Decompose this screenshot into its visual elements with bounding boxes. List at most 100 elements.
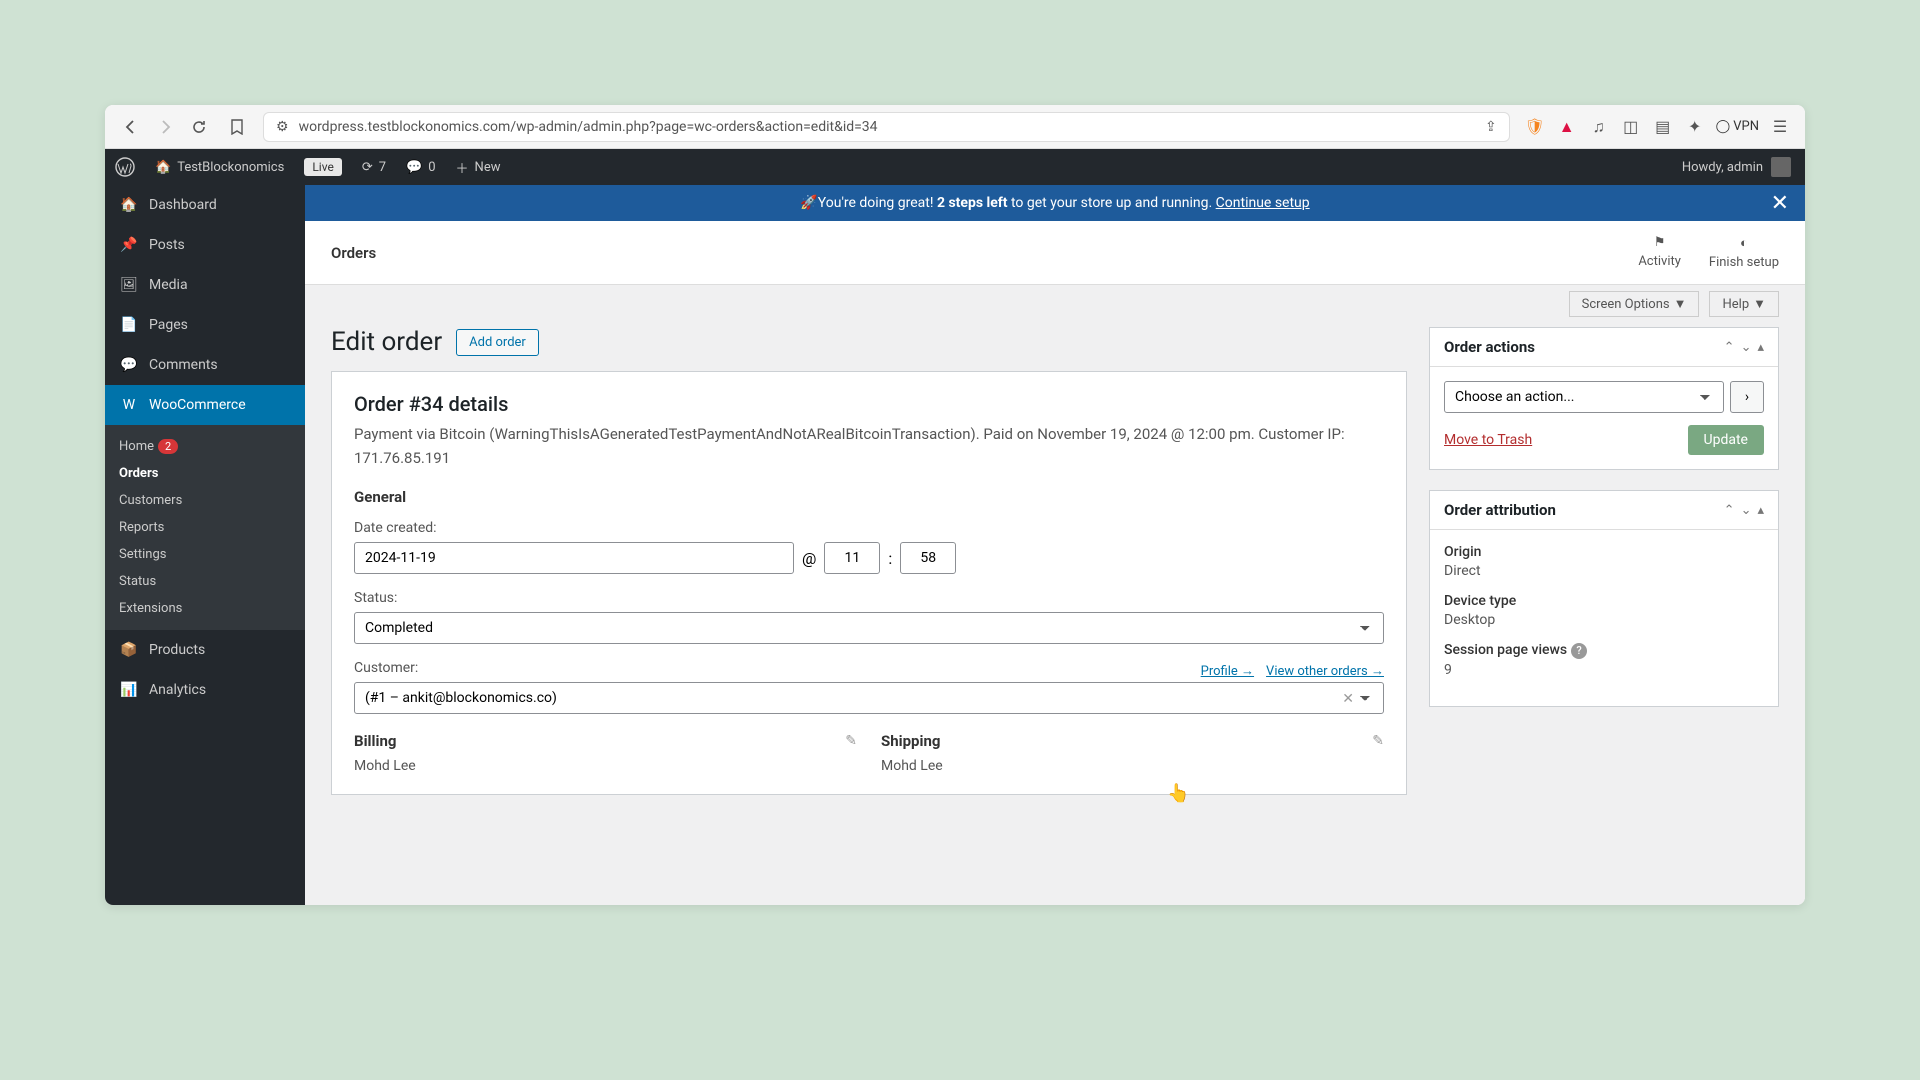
action-go-button[interactable]: › [1730,381,1764,413]
hour-input[interactable] [824,542,880,574]
sidebar-item-products[interactable]: 📦Products [105,630,305,670]
sidebar-sub-reports[interactable]: Reports [105,514,305,541]
shipping-title: Shipping [881,732,940,750]
share-icon[interactable]: ⇪ [1485,119,1497,135]
media-icon: 🖼 [119,275,139,295]
sidebar-item-comments[interactable]: 💬Comments [105,345,305,385]
order-details-box: Order #34 details Payment via Bitcoin (W… [331,371,1407,795]
device-label: Device type [1444,593,1764,609]
browser-toolbar: ⚙ wordpress.testblockonomics.com/wp-admi… [105,105,1805,149]
billing-title: Billing [354,732,396,750]
sidebar-item-dashboard[interactable]: 🏠Dashboard [105,185,305,225]
at-symbol: @ [802,549,816,568]
forward-button[interactable] [153,115,177,139]
sidebar-item-analytics[interactable]: 📊Analytics [105,670,305,710]
live-badge[interactable]: Live [294,149,351,185]
sidebar-item-posts[interactable]: 📌Posts [105,225,305,265]
continue-setup-link[interactable]: Continue setup [1216,195,1310,211]
attribution-title: Order attribution [1444,501,1556,519]
sidebar-sub-customers[interactable]: Customers [105,487,305,514]
box-down-icon[interactable]: ⌄ [1741,340,1752,355]
action-select[interactable]: Choose an action... [1444,381,1724,413]
view-orders-link[interactable]: View other orders → [1266,663,1384,679]
box-toggle-icon[interactable]: ▴ [1757,340,1764,355]
brave-icon[interactable]: ▲ [1556,116,1578,138]
wp-logo[interactable] [105,149,145,185]
vpn-indicator[interactable]: ◯ VPN [1716,119,1759,134]
url-text: wordpress.testblockonomics.com/wp-admin/… [299,119,1475,135]
pages-icon: 📄 [119,315,139,335]
reload-button[interactable] [187,115,211,139]
sidebar-sub-orders[interactable]: Orders [105,460,305,487]
origin-label: Origin [1444,544,1764,560]
finish-setup-button[interactable]: ◐Finish setup [1709,235,1779,270]
date-input[interactable] [354,542,794,574]
screen-options-tab[interactable]: Screen Options ▼ [1569,291,1700,317]
woo-icon: W [119,395,139,415]
page-title: Edit order [331,327,442,357]
sparkle-icon[interactable]: ✦ [1684,116,1706,138]
pin-icon: 📌 [119,235,139,255]
add-order-button[interactable]: Add order [456,329,539,356]
comments-icon: 💬 [119,355,139,375]
sidebar-sub-home[interactable]: Home2 [105,433,305,460]
page-header: Orders ⚑Activity ◐Finish setup [305,221,1805,285]
box-up-icon[interactable]: ⌃ [1724,340,1735,355]
bookmark-icon[interactable] [225,115,249,139]
views-label: Session page views? [1444,642,1764,659]
progress-icon: ◐ [1740,235,1748,251]
header-title: Orders [331,244,376,262]
order-heading: Order #34 details [354,392,1384,416]
box-down-icon[interactable]: ⌄ [1741,503,1752,518]
back-button[interactable] [119,115,143,139]
sidebar-item-woocommerce[interactable]: WWooCommerce [105,385,305,425]
status-label: Status: [354,590,1384,606]
time-colon: : [888,549,892,568]
url-bar[interactable]: ⚙ wordpress.testblockonomics.com/wp-admi… [263,112,1510,142]
customer-select[interactable]: (#1 – ankit@blockonomics.co) [354,682,1384,714]
shipping-name: Mohd Lee [881,758,1384,774]
help-icon[interactable]: ? [1571,643,1587,659]
edit-shipping-icon[interactable]: ✎ [1372,733,1384,749]
help-tab[interactable]: Help ▼ [1709,291,1779,317]
menu-icon[interactable]: ☰ [1769,116,1791,138]
move-to-trash-link[interactable]: Move to Trash [1444,432,1532,448]
box-toggle-icon[interactable]: ▴ [1757,503,1764,518]
status-select[interactable]: Completed [354,612,1384,644]
home-badge: 2 [158,439,178,454]
sidebar-sub-status[interactable]: Status [105,568,305,595]
update-button[interactable]: Update [1688,425,1764,455]
wp-admin-bar: 🏠 TestBlockonomics Live ⟳ 7 💬 0 ＋ New Ho… [105,149,1805,185]
activity-button[interactable]: ⚑Activity [1638,235,1681,270]
banner-text: You're doing great! 2 steps left to get … [818,195,1310,211]
billing-name: Mohd Lee [354,758,857,774]
banner-close-icon[interactable]: ✕ [1771,191,1789,216]
device-value: Desktop [1444,612,1764,628]
order-actions-title: Order actions [1444,338,1535,356]
sidebar-sub-extensions[interactable]: Extensions [105,595,305,622]
customer-label: Customer: [354,660,418,676]
date-created-label: Date created: [354,520,1384,536]
site-link[interactable]: 🏠 TestBlockonomics [145,149,294,185]
flag-icon: ⚑ [1654,235,1666,250]
new-link[interactable]: ＋ New [446,149,511,185]
howdy-text[interactable]: Howdy, admin [1682,160,1763,175]
sidebar-sub-settings[interactable]: Settings [105,541,305,568]
dashboard-icon: 🏠 [119,195,139,215]
avatar[interactable] [1771,157,1791,177]
reader-icon[interactable]: ▤ [1652,116,1674,138]
general-section-title: General [354,488,1384,506]
sidebar-item-pages[interactable]: 📄Pages [105,305,305,345]
profile-link[interactable]: Profile → [1201,663,1254,679]
comments-link[interactable]: 💬 0 [396,149,446,185]
edit-billing-icon[interactable]: ✎ [845,733,857,749]
minute-input[interactable] [900,542,956,574]
site-settings-icon[interactable]: ⚙ [276,119,289,135]
box-up-icon[interactable]: ⌃ [1724,503,1735,518]
sidebar-icon[interactable]: ◫ [1620,116,1642,138]
music-icon[interactable]: ♫ [1588,116,1610,138]
updates-link[interactable]: ⟳ 7 [352,149,396,185]
shield-icon[interactable]: 🛡 [1524,116,1546,138]
order-meta: Payment via Bitcoin (WarningThisIsAGener… [354,422,1384,470]
sidebar-item-media[interactable]: 🖼Media [105,265,305,305]
